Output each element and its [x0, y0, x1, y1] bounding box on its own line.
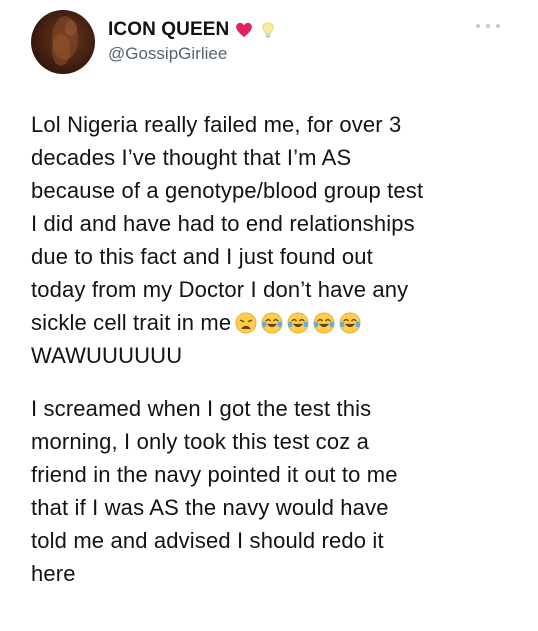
more-dot-icon [486, 24, 490, 28]
tweet-line: WAWUUUUUU [31, 343, 183, 368]
tweet-line: told me and advised I should redo it [31, 528, 384, 553]
tweet-body: Lol Nigeria really failed me, for over 3… [31, 108, 521, 590]
name-row: ICON QUEEN [108, 18, 277, 42]
display-name[interactable]: ICON QUEEN [108, 19, 229, 41]
tweet-header: ICON QUEEN @GossipGirliee [108, 18, 277, 64]
tweet-line: decades I’ve thought that I’m AS [31, 145, 352, 170]
tears-of-joy-icon [287, 312, 309, 334]
tweet-line: because of a genotype/blood group test [31, 178, 424, 203]
tweet-line: Lol Nigeria really failed me, for over 3 [31, 112, 402, 137]
red-heart-icon [236, 22, 253, 38]
more-dot-icon [476, 24, 480, 28]
user-handle[interactable]: @GossipGirliee [108, 44, 277, 64]
tears-of-joy-icon [261, 312, 283, 334]
tweet-line-with-emojis: sickle cell trait in me [31, 306, 521, 339]
tweet-paragraph: Lol Nigeria really failed me, for over 3… [31, 108, 521, 372]
tweet-line: morning, I only took this test coz a [31, 429, 369, 454]
avatar-image [52, 16, 78, 66]
more-dot-icon [496, 24, 500, 28]
tweet-line: I screamed when I got the test this [31, 396, 372, 421]
avatar[interactable] [31, 10, 95, 74]
tweet-line: due to this fact and I just found out [31, 244, 373, 269]
tweet-paragraph: I screamed when I got the test this morn… [31, 392, 521, 590]
more-options-button[interactable] [476, 18, 500, 34]
tweet-line: friend in the navy pointed it out to me [31, 462, 398, 487]
tweet-card: ICON QUEEN @GossipGirliee Lol Nigeria re… [0, 0, 538, 631]
tweet-line: that if I was AS the navy would have [31, 495, 389, 520]
tweet-line-text: sickle cell trait in me [31, 310, 232, 335]
tweet-line: I did and have had to end relationships [31, 211, 415, 236]
tweet-line: here [31, 561, 76, 586]
tears-of-joy-icon [313, 312, 335, 334]
lightbulb-icon [262, 22, 274, 38]
weary-face-icon [235, 312, 257, 334]
tears-of-joy-icon [339, 312, 361, 334]
tweet-line: today from my Doctor I don’t have any [31, 277, 409, 302]
